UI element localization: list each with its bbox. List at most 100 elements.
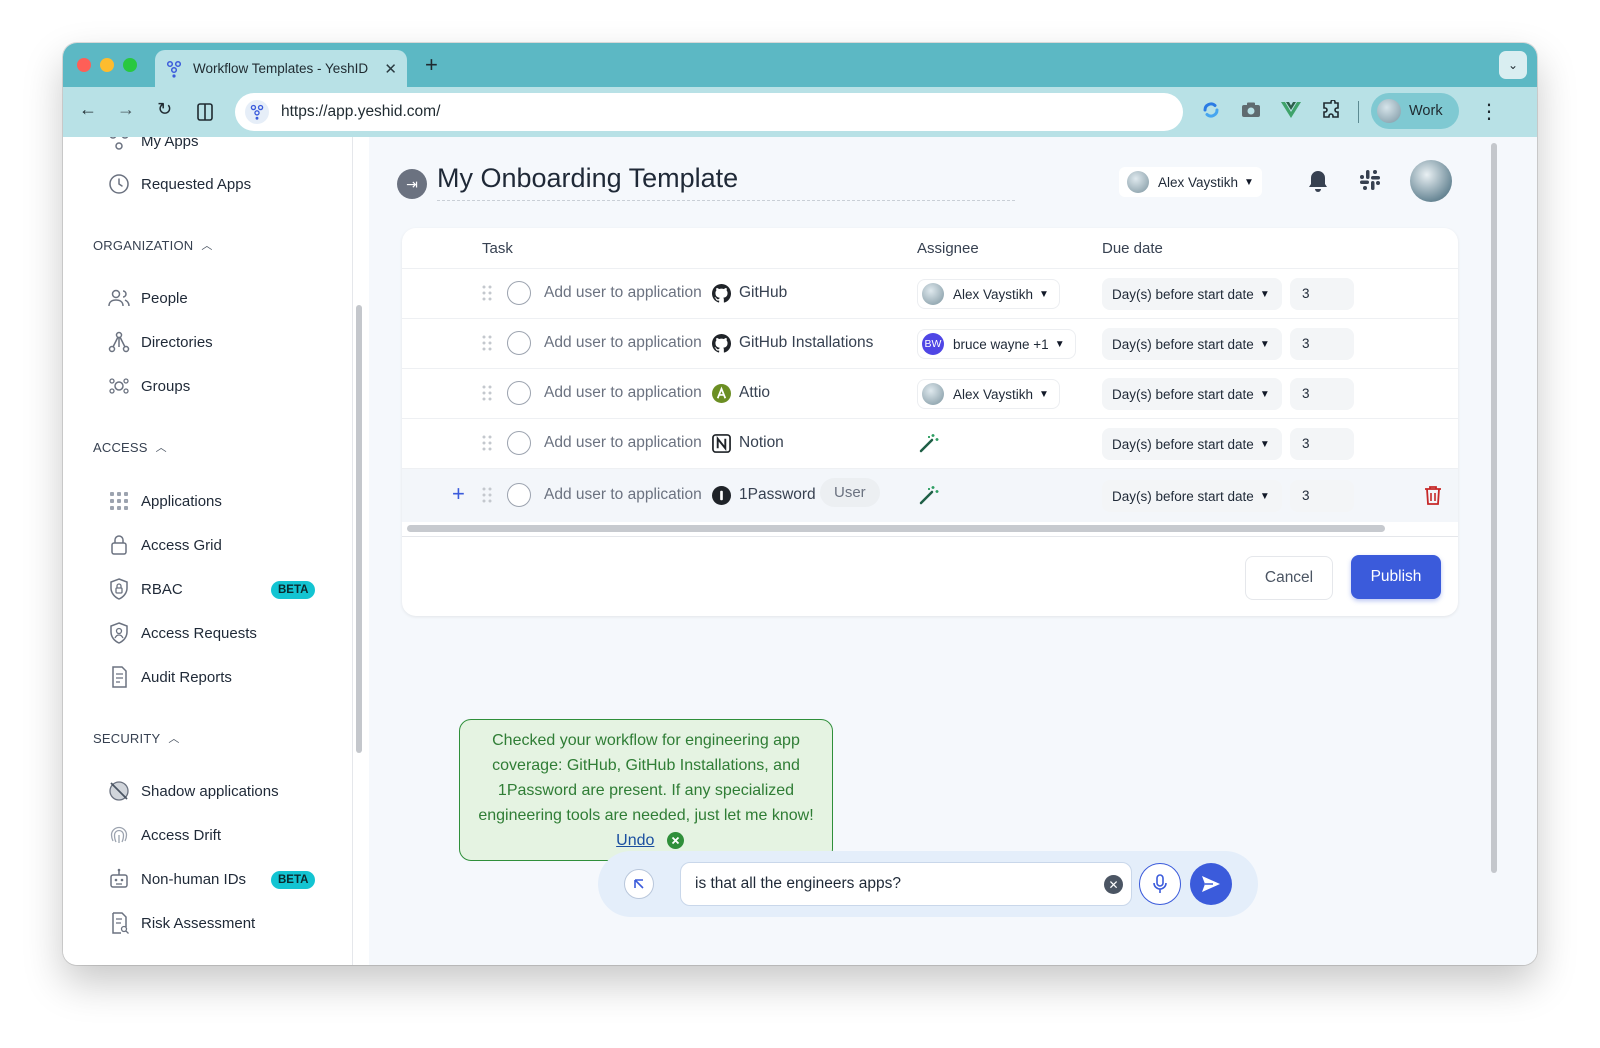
trash-icon[interactable] — [1424, 485, 1442, 505]
days-input[interactable]: 3 — [1290, 428, 1354, 460]
split-view-icon[interactable] — [197, 103, 213, 121]
due-date-label: Day(s) before start date — [1112, 386, 1254, 402]
report-document-icon — [112, 666, 127, 688]
dismiss-icon[interactable] — [666, 832, 684, 850]
task-checkbox[interactable] — [507, 281, 531, 305]
task-text: Add user to application — [544, 486, 702, 503]
sidebar-item-audit-reports[interactable]: Audit Reports — [107, 662, 232, 692]
extensions-puzzle-icon[interactable] — [1321, 100, 1341, 120]
due-date-select[interactable]: Day(s) before start date ▼ — [1102, 328, 1282, 360]
drag-handle-icon[interactable] — [482, 486, 492, 504]
site-info-icon[interactable] — [245, 100, 269, 124]
browser-tab[interactable]: Workflow Templates - YeshID ✕ — [155, 50, 407, 87]
sidebar-item-label: Requested Apps — [141, 175, 252, 193]
due-date-label: Day(s) before start date — [1112, 436, 1254, 452]
due-date-select[interactable]: Day(s) before start date ▼ — [1102, 480, 1282, 512]
extension-sync-icon[interactable] — [1201, 100, 1221, 120]
task-checkbox[interactable] — [507, 431, 531, 455]
owner-name: Alex Vaystikh — [1158, 174, 1239, 190]
browser-menu-icon[interactable]: ⋮ — [1479, 99, 1499, 124]
page-title[interactable]: My Onboarding Template — [437, 163, 1015, 201]
drag-handle-icon[interactable] — [482, 334, 492, 352]
profile-avatar — [1377, 99, 1401, 123]
minimize-window-button[interactable] — [100, 58, 114, 72]
magic-wand-icon[interactable] — [918, 484, 940, 506]
browser-titlebar: Workflow Templates - YeshID ✕ + ⌄ — [63, 43, 1537, 87]
publish-button[interactable]: Publish — [1351, 555, 1441, 599]
close-window-button[interactable] — [77, 58, 91, 72]
days-input[interactable]: 3 — [1290, 378, 1354, 410]
new-tab-button[interactable]: + — [425, 52, 438, 78]
forward-arrow-icon[interactable]: → — [117, 99, 135, 120]
tab-search-chevron-icon[interactable]: ⌄ — [1499, 51, 1527, 79]
days-input[interactable]: 3 — [1290, 328, 1354, 360]
assignee-name: Alex Vaystikh — [953, 386, 1034, 402]
vue-devtools-icon[interactable] — [1281, 101, 1301, 119]
sidebar-scrollbar[interactable] — [356, 305, 362, 753]
section-organization[interactable]: ORGANIZATION ︿ — [93, 237, 213, 253]
horizontal-scrollbar[interactable] — [407, 525, 1385, 532]
chat-input[interactable] — [680, 862, 1132, 906]
profile-button[interactable]: Work — [1371, 93, 1459, 129]
bell-icon[interactable] — [1307, 169, 1329, 193]
magic-wand-icon[interactable] — [918, 432, 940, 454]
sidebar-item-access-requests[interactable]: Access Requests — [107, 618, 257, 648]
tab-close-icon[interactable]: ✕ — [384, 60, 397, 78]
sidebar-item-directories[interactable]: Directories — [107, 327, 213, 357]
sidebar-item-rbac[interactable]: RBAC — [107, 574, 183, 604]
camera-icon[interactable] — [1241, 101, 1261, 119]
undo-link[interactable]: Undo — [616, 832, 654, 849]
sidebar-item-non-human-ids[interactable]: Non-human IDs — [107, 864, 246, 894]
maximize-window-button[interactable] — [123, 58, 137, 72]
sidebar-item-risk-assessment[interactable]: Risk Assessment — [107, 908, 255, 938]
sidebar-item-label: Access Grid — [141, 536, 222, 554]
due-date-select[interactable]: Day(s) before start date ▼ — [1102, 278, 1282, 310]
table-row: Add user to application GitHub Alex Vays… — [402, 268, 1458, 318]
sidebar-item-applications[interactable]: Applications — [107, 486, 222, 516]
fingerprint-icon — [110, 826, 128, 843]
section-security[interactable]: SECURITY ︿ — [93, 730, 180, 746]
add-task-button[interactable]: + — [452, 481, 465, 507]
assignee-selector[interactable]: Alex Vaystikh ▼ — [917, 279, 1060, 309]
chevron-down-icon: ▼ — [1039, 388, 1049, 400]
back-arrow-icon[interactable]: ← — [79, 99, 97, 120]
sidebar-item-access-drift[interactable]: Access Drift — [107, 820, 221, 850]
task-checkbox[interactable] — [507, 483, 531, 507]
sidebar-item-people[interactable]: People — [107, 283, 188, 313]
cursor-arrow-icon[interactable] — [624, 869, 654, 899]
expand-sidebar-icon[interactable]: ⇥ — [397, 169, 427, 199]
reload-icon[interactable]: ↻ — [157, 99, 172, 120]
avatar — [922, 383, 944, 405]
days-input[interactable]: 3 — [1290, 278, 1354, 310]
sidebar-item-my-apps[interactable]: My Apps — [107, 137, 199, 156]
sidebar-item-requested-apps[interactable]: Requested Apps — [107, 169, 251, 199]
section-access[interactable]: ACCESS ︿ — [93, 439, 167, 455]
drag-handle-icon[interactable] — [482, 284, 492, 302]
url-text: https://app.yeshid.com/ — [281, 103, 441, 120]
microphone-button[interactable] — [1139, 863, 1181, 905]
user-avatar[interactable] — [1410, 160, 1452, 202]
due-date-select[interactable]: Day(s) before start date ▼ — [1102, 378, 1282, 410]
days-input[interactable]: 3 — [1290, 480, 1354, 512]
address-bar[interactable]: https://app.yeshid.com/ — [235, 93, 1183, 131]
sidebar-item-groups[interactable]: Groups — [107, 371, 190, 401]
drag-handle-icon[interactable] — [482, 434, 492, 452]
send-button[interactable] — [1190, 863, 1232, 905]
slack-icon[interactable] — [1359, 169, 1381, 191]
assignee-selector[interactable]: Alex Vaystikh ▼ — [917, 379, 1060, 409]
sidebar-item-access-grid[interactable]: Access Grid — [107, 530, 222, 560]
sidebar-item-shadow-applications[interactable]: Shadow applications — [107, 776, 279, 806]
task-checkbox[interactable] — [507, 381, 531, 405]
cancel-button[interactable]: Cancel — [1245, 556, 1333, 600]
assignee-selector[interactable]: BW bruce wayne +1 ▼ — [917, 329, 1076, 359]
main-scrollbar[interactable] — [1491, 143, 1497, 873]
clear-input-icon[interactable]: ✕ — [1104, 875, 1123, 894]
due-date-select[interactable]: Day(s) before start date ▼ — [1102, 428, 1282, 460]
role-pill[interactable]: User — [820, 478, 880, 507]
due-date-label: Day(s) before start date — [1112, 286, 1254, 302]
chevron-up-icon: ︿ — [155, 442, 167, 454]
task-checkbox[interactable] — [507, 331, 531, 355]
table-row: Add user to application Notion Day(s) be… — [402, 418, 1458, 468]
owner-selector[interactable]: Alex Vaystikh ▼ — [1119, 167, 1262, 197]
drag-handle-icon[interactable] — [482, 384, 492, 402]
